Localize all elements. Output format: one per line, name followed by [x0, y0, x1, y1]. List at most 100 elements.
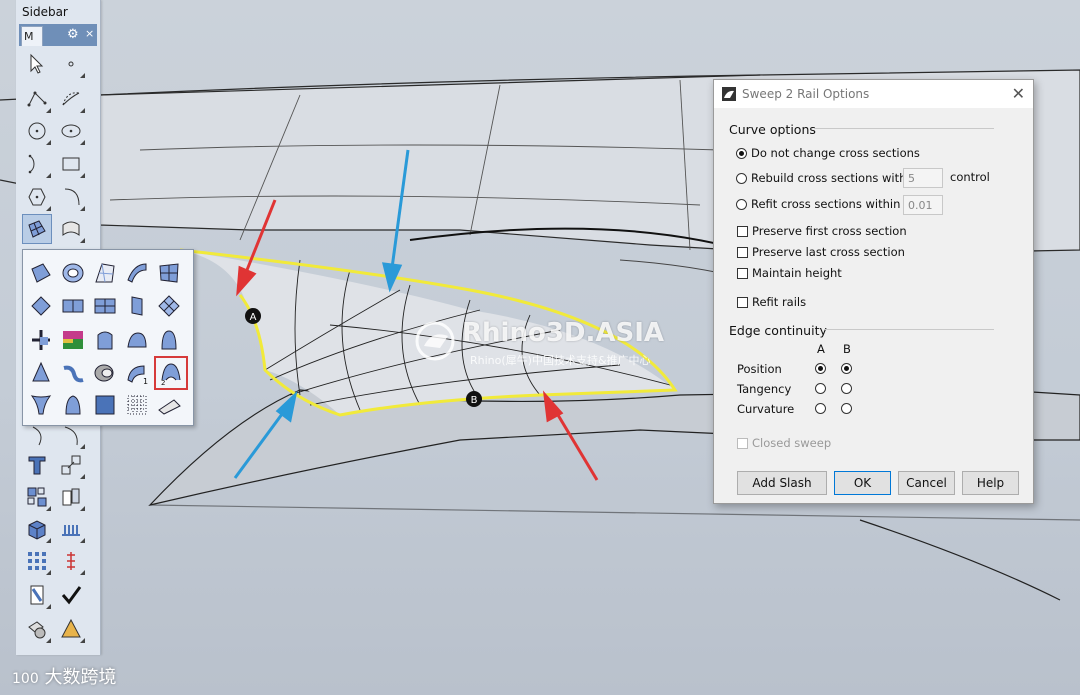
grid-array-tool[interactable] [22, 546, 52, 576]
curve-options-heading: Curve options [729, 122, 816, 137]
closed-sweep-checkbox[interactable]: Closed sweep [737, 436, 831, 450]
preserve-last-label: Preserve last cross section [752, 245, 905, 259]
add-slash-button[interactable]: Add Slash [737, 471, 827, 495]
render-tool[interactable] [22, 614, 52, 644]
patch-icon [159, 263, 179, 283]
pipe-icon [63, 365, 84, 383]
position-a-radio[interactable] [815, 363, 826, 374]
mesh-tool[interactable] [56, 514, 86, 544]
ellipse-tool[interactable] [56, 116, 86, 146]
surface-from-grid-tool[interactable] [90, 390, 120, 420]
sweep-1-tool[interactable]: 1 [122, 358, 152, 388]
revolve-tool[interactable] [122, 291, 152, 321]
curvature-a-radio[interactable] [815, 403, 826, 414]
unroll-icon [158, 399, 181, 415]
circle-tool[interactable] [22, 116, 52, 146]
split-tool[interactable] [56, 482, 86, 512]
heightfield-tool[interactable] [58, 325, 88, 355]
gear-icon[interactable]: ⚙ [67, 27, 79, 42]
array-tool[interactable] [22, 482, 52, 512]
bottom-logo: 100 大数跨境 [12, 663, 116, 689]
refit-rails-label: Refit rails [752, 295, 807, 309]
grid-surface-icon [95, 395, 115, 415]
polygon-tool[interactable] [22, 182, 52, 212]
extrude-surface-tool[interactable] [90, 325, 120, 355]
refit-rails-checkbox[interactable]: Refit rails [737, 295, 806, 309]
point-grid-tool[interactable] [122, 390, 152, 420]
curvature-b-radio[interactable] [841, 403, 852, 414]
logo-prefix: 100 [12, 671, 39, 687]
planar-surface-tool[interactable] [58, 258, 88, 288]
preserve-last-checkbox[interactable]: Preserve last cross section [737, 245, 905, 259]
dimension-tool[interactable] [56, 546, 86, 576]
curve-tool[interactable] [56, 84, 86, 114]
surface-corner-points-icon [28, 220, 46, 238]
dialog-titlebar[interactable]: Sweep 2 Rail Options ✕ [714, 80, 1033, 108]
logo-text: 大数跨境 [44, 667, 117, 688]
edge-surface-tool[interactable] [90, 258, 120, 288]
cone-icon [32, 361, 50, 382]
surface-tools-button[interactable] [22, 214, 52, 244]
rebuild-label: Rebuild cross sections with [751, 171, 907, 185]
unroll-surface-tool[interactable] [154, 390, 184, 420]
rebuild-radio[interactable]: Rebuild cross sections with [736, 171, 906, 185]
ribbon-tool[interactable] [154, 325, 184, 355]
check-tool[interactable] [56, 580, 86, 610]
cone-tool[interactable] [26, 358, 56, 388]
loft-tool[interactable] [122, 258, 152, 288]
position-row-label: Position [737, 362, 782, 376]
extrude-to-point-tool[interactable] [122, 325, 152, 355]
sweep-pipe-tool[interactable] [58, 358, 88, 388]
tangency-b-radio[interactable] [841, 383, 852, 394]
curve-icon [32, 426, 42, 446]
box-tool[interactable] [22, 514, 52, 544]
refit-tolerance-input[interactable]: 0.01 [903, 195, 943, 215]
extrude-shape-icon [127, 332, 147, 348]
ok-button[interactable]: OK [834, 471, 891, 495]
planar-curves-icon [62, 263, 84, 283]
light-tool[interactable] [56, 614, 86, 644]
maintain-height-checkbox[interactable]: Maintain height [737, 266, 842, 280]
network-surface-icon [158, 295, 180, 317]
preserve-first-checkbox[interactable]: Preserve first cross section [737, 224, 907, 238]
arc-tool[interactable] [22, 149, 52, 179]
rail-revolve-tool[interactable] [58, 291, 88, 321]
point-tool[interactable] [56, 49, 86, 79]
close-icon[interactable]: × [85, 27, 94, 40]
checkmark-icon [61, 586, 82, 605]
trumpet-icon [30, 395, 52, 415]
do-not-change-label: Do not change cross sections [751, 146, 920, 160]
rectangle-tool[interactable] [56, 149, 86, 179]
rebuild-count-input[interactable]: 5 [903, 168, 943, 188]
polyline-tool[interactable] [22, 84, 52, 114]
patch-tool[interactable] [154, 258, 184, 288]
heightfield-icon [63, 331, 83, 349]
rail-revolve-lofted-tool[interactable] [26, 390, 56, 420]
layout-tool[interactable] [22, 580, 52, 610]
help-button[interactable]: Help [962, 471, 1019, 495]
edge-curves-icon [95, 263, 115, 283]
closed-sweep-label: Closed sweep [752, 436, 832, 450]
text-tool[interactable] [22, 450, 52, 480]
tangency-row-label: Tangency [737, 382, 792, 396]
sweep-1-rail-tool[interactable] [90, 291, 120, 321]
refit-radio[interactable]: Refit cross sections within [736, 197, 900, 211]
extrude-curve-tool[interactable] [26, 291, 56, 321]
scale-tool[interactable] [56, 450, 86, 480]
fillet-curve-tool[interactable] [56, 182, 86, 212]
preserve-first-label: Preserve first cross section [752, 224, 907, 238]
do-not-change-radio[interactable]: Do not change cross sections [736, 146, 920, 160]
surface-from-points-tool[interactable] [26, 258, 56, 288]
tangency-a-radio[interactable] [815, 383, 826, 394]
drape-tool[interactable] [90, 358, 120, 388]
select-arrow-tool[interactable] [22, 49, 52, 79]
blend-surface-tool[interactable] [26, 325, 56, 355]
sidebar-tab-main[interactable]: M [21, 26, 43, 46]
loft-bell-tool[interactable] [58, 390, 88, 420]
position-b-radio[interactable] [841, 363, 852, 374]
close-icon[interactable]: ✕ [1012, 84, 1025, 103]
cancel-button[interactable]: Cancel [898, 471, 955, 495]
surface-from-network-tool[interactable] [154, 291, 184, 321]
sweep-2-rails-tool[interactable]: 2 [154, 356, 188, 390]
extrude-tool[interactable] [56, 214, 86, 244]
